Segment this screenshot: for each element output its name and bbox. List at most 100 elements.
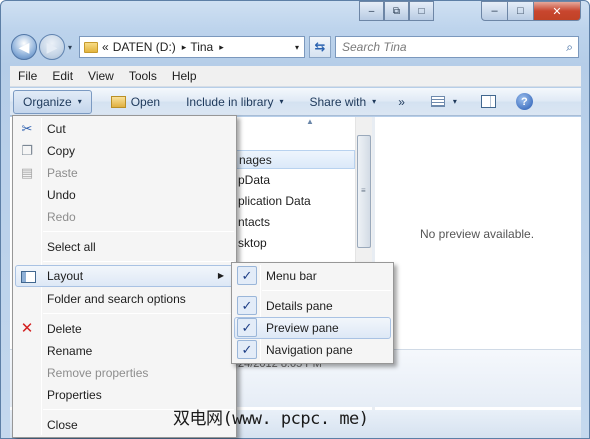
help-button[interactable]: ?: [507, 90, 542, 114]
menu-item-label: Rename: [47, 344, 93, 358]
include-in-library-button[interactable]: Include in library ▾: [177, 90, 292, 114]
menu-item-label: Details pane: [266, 299, 333, 313]
menu-item-paste: ▤ Paste: [15, 162, 234, 184]
maximize-button[interactable]: □: [508, 1, 534, 21]
help-icon: ?: [515, 93, 533, 110]
preview-pane-toggle[interactable]: [472, 90, 505, 114]
menu-separator: [43, 261, 234, 262]
checkmark-icon: ✓: [237, 318, 257, 337]
menu-file[interactable]: File: [10, 69, 44, 83]
menu-item-cut[interactable]: ✂ Cut: [15, 118, 234, 140]
secondary-minimize-button[interactable]: –: [359, 1, 384, 21]
menu-item-label: Copy: [47, 144, 76, 158]
organize-menu: ✂ Cut ❐ Copy ▤ Paste Undo Redo Select al…: [12, 115, 237, 438]
magnifier-icon[interactable]: ⌕: [566, 40, 573, 55]
organize-button[interactable]: Organize ▾: [13, 89, 92, 114]
menu-item-delete[interactable]: ✕ Delete: [15, 318, 234, 340]
chevron-right-icon[interactable]: ▸: [219, 42, 224, 53]
submenu-arrow-icon: ▶: [217, 271, 224, 280]
chevron-right-icon[interactable]: ▸: [182, 42, 187, 53]
chevron-down-icon: ▾: [279, 97, 284, 106]
caption-buttons: – □ ✕: [481, 1, 581, 21]
more-commands-button[interactable]: »: [389, 90, 414, 114]
menu-item-label: Close: [47, 418, 78, 432]
secondary-maximize-button[interactable]: □: [409, 1, 434, 21]
copy-icon: ❐: [21, 143, 33, 158]
organize-label: Organize: [23, 94, 72, 109]
preview-pane-icon: [480, 95, 496, 108]
list-item[interactable]: nages: [235, 150, 355, 169]
menu-item-label: Select all: [47, 240, 96, 254]
minimize-button[interactable]: –: [481, 1, 508, 21]
share-with-button[interactable]: Share with ▾: [300, 90, 385, 114]
menu-separator: [43, 231, 234, 232]
menu-item-label: Menu bar: [266, 269, 317, 283]
menu-bar: File Edit View Tools Help: [10, 66, 581, 87]
command-bar: Organize ▾ Open Include in library ▾ Sha…: [10, 88, 581, 116]
address-dropdown-icon[interactable]: ▾: [295, 43, 299, 52]
menu-item-label: Navigation pane: [266, 343, 353, 357]
layout-submenu: ✓ Menu bar ✓ Details pane ✓ Preview pane…: [231, 262, 394, 364]
chevron-down-icon: ▾: [77, 97, 82, 106]
menu-separator: [43, 313, 234, 314]
menu-item-undo[interactable]: Undo: [15, 184, 234, 206]
menu-edit[interactable]: Edit: [44, 69, 80, 83]
menu-item-label: Cut: [47, 122, 66, 136]
share-label: Share with: [309, 94, 367, 109]
close-button[interactable]: ✕: [534, 1, 581, 21]
list-item[interactable]: plication Data: [235, 192, 355, 211]
chevron-down-icon: ▾: [452, 97, 457, 106]
menu-item-properties[interactable]: Properties: [15, 384, 234, 406]
sort-ascending-icon[interactable]: ▲: [306, 117, 314, 126]
forward-button[interactable]: ▶: [39, 34, 65, 60]
refresh-button[interactable]: ⇆: [309, 36, 331, 58]
checkmark-icon: ✓: [237, 340, 257, 359]
checkmark-icon: ✓: [237, 266, 257, 285]
menu-item-label: Properties: [47, 388, 102, 402]
change-view-button[interactable]: ▾: [422, 90, 466, 114]
paste-icon: ▤: [20, 165, 34, 180]
open-button[interactable]: Open: [102, 90, 169, 114]
submenu-item-details-pane[interactable]: ✓ Details pane: [234, 295, 391, 317]
list-item[interactable]: pData: [235, 171, 355, 190]
menu-item-rename[interactable]: Rename: [15, 340, 234, 362]
menu-item-label: Delete: [47, 322, 82, 336]
submenu-item-menu-bar[interactable]: ✓ Menu bar: [234, 265, 391, 287]
breadcrumb-folder[interactable]: Tina: [190, 40, 213, 54]
menu-tools[interactable]: Tools: [121, 69, 164, 83]
submenu-item-preview-pane[interactable]: ✓ Preview pane: [234, 317, 391, 339]
include-label: Include in library: [186, 94, 274, 109]
menu-item-label: Redo: [47, 210, 76, 224]
menu-item-folder-options[interactable]: Folder and search options: [15, 288, 234, 310]
menu-view[interactable]: View: [80, 69, 121, 83]
chevron-down-icon: ▾: [372, 97, 377, 106]
search-input[interactable]: Search Tina ⌕: [335, 36, 579, 58]
secondary-restore-button[interactable]: ⧉: [384, 1, 409, 21]
menu-help[interactable]: Help: [164, 69, 204, 83]
back-button[interactable]: ◀: [11, 34, 37, 60]
list-item[interactable]: ntacts: [235, 213, 355, 232]
list-item[interactable]: sktop: [235, 234, 355, 253]
menu-item-copy[interactable]: ❐ Copy: [15, 140, 234, 162]
submenu-item-navigation-pane[interactable]: ✓ Navigation pane: [234, 339, 391, 361]
breadcrumb-drive[interactable]: DATEN (D:): [113, 40, 176, 54]
menu-separator: [262, 290, 391, 291]
menu-item-label: Paste: [47, 166, 78, 180]
scissors-icon: ✂: [21, 121, 33, 136]
scrollbar-thumb[interactable]: ≡: [357, 135, 371, 248]
menu-item-label: Preview pane: [266, 321, 339, 335]
navigation-bar: ◀ ▶ ▾ « DATEN (D:) ▸ Tina ▸ ▾ ⇆ Search T…: [11, 33, 581, 61]
menu-item-layout[interactable]: Layout ▶: [15, 265, 234, 287]
address-bar[interactable]: « DATEN (D:) ▸ Tina ▸ ▾: [79, 36, 305, 58]
breadcrumb-overflow[interactable]: «: [102, 40, 109, 54]
layout-icon: [20, 269, 36, 285]
preview-message: No preview available.: [420, 227, 535, 241]
menu-item-select-all[interactable]: Select all: [15, 236, 234, 258]
grip-icon: ≡: [361, 186, 366, 195]
open-label: Open: [130, 94, 161, 109]
search-placeholder: Search Tina: [342, 40, 407, 54]
secondary-caption-buttons: – ⧉ □: [359, 1, 434, 21]
menu-item-label: Layout: [47, 269, 84, 283]
menu-item-remove-properties: Remove properties: [15, 362, 234, 384]
recent-pages-dropdown-icon[interactable]: ▾: [65, 43, 75, 52]
